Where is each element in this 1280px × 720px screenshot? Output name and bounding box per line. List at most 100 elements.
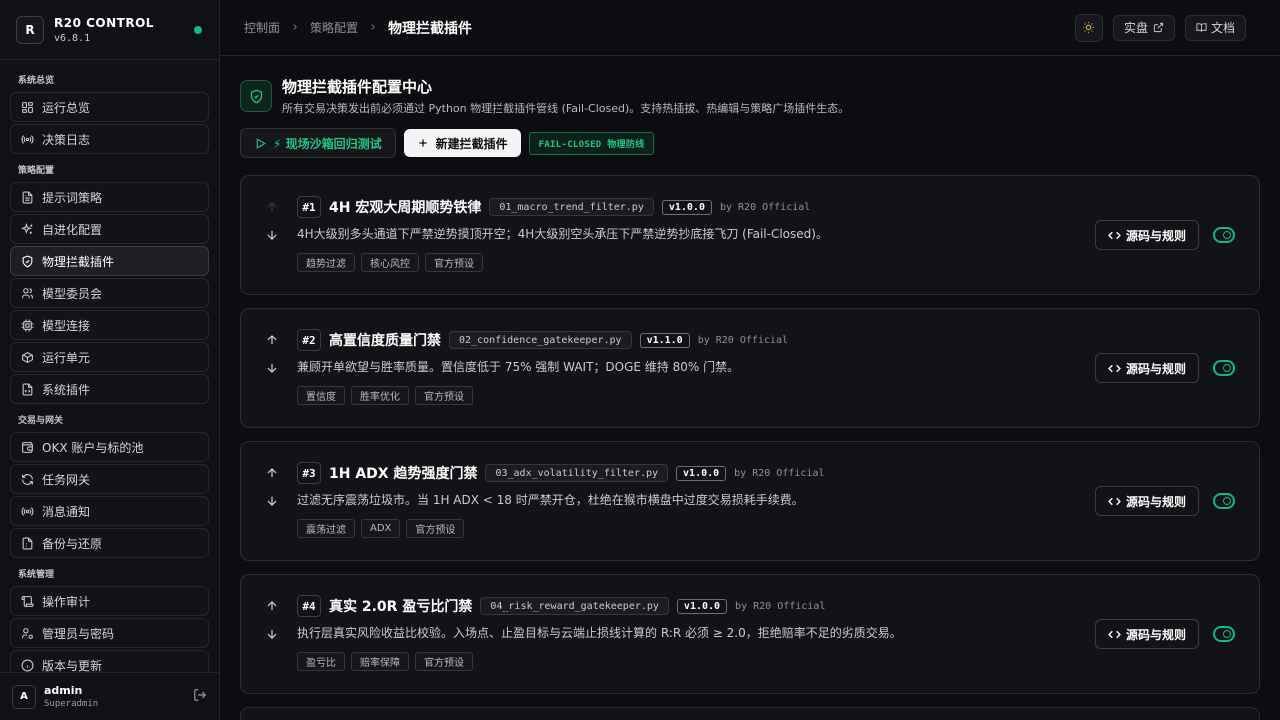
sidebar-item-system-plugins[interactable]: 系统插件 xyxy=(10,374,209,404)
sidebar-item-version[interactable]: 版本与更新 xyxy=(10,650,209,672)
breadcrumb: 控制面 策略配置 物理拦截插件 xyxy=(244,18,1075,38)
sidebar-item-model-connection[interactable]: 模型连接 xyxy=(10,310,209,340)
status-dot xyxy=(194,26,202,34)
plugin-name: 高置信度质量门禁 xyxy=(329,333,441,349)
file-archive-icon xyxy=(22,537,33,549)
sidebar-item-label: OKX 账户与标的池 xyxy=(42,440,144,455)
arrow-up-icon[interactable] xyxy=(265,599,279,613)
plugin-card: #4 真实 2.0R 盈亏比门禁 04_risk_reward_gatekeep… xyxy=(240,574,1260,694)
source-rules-button[interactable]: 源码与规则 xyxy=(1094,353,1199,383)
code-icon xyxy=(1108,364,1121,372)
plugin-body: #4 真实 2.0R 盈亏比门禁 04_risk_reward_gatekeep… xyxy=(297,595,1039,671)
sidebar-item-physical-plugins[interactable]: 物理拦截插件 xyxy=(10,246,209,276)
sidebar-item-self-evolve[interactable]: 自进化配置 xyxy=(10,214,209,244)
live-trading-button[interactable]: 实盘 xyxy=(1112,14,1175,41)
arrow-up-icon[interactable] xyxy=(265,466,279,480)
plugin-head: #4 真实 2.0R 盈亏比门禁 04_risk_reward_gatekeep… xyxy=(297,595,1039,617)
plugin-version: v1.0.0 xyxy=(676,598,728,614)
box-icon xyxy=(22,351,33,363)
sidebar-item-label: 版本与更新 xyxy=(42,658,103,673)
new-plugin-label: 新建拦截插件 xyxy=(435,136,508,151)
main-content: 物理拦截插件配置中心 所有交易决策发出前必须通过 Python 物理拦截插件管线… xyxy=(240,56,1260,720)
page-title: 物理拦截插件配置中心 xyxy=(282,78,433,96)
nav-section-title: 系统总览 xyxy=(18,76,55,86)
info-icon xyxy=(21,659,34,671)
plugin-actions: 源码与规则 xyxy=(1094,220,1235,250)
arrow-up-icon[interactable] xyxy=(265,200,279,214)
plugin-version: v1.0.0 xyxy=(661,199,712,215)
sandbox-test-button[interactable]: ⚡ 现场沙箱回归测试 xyxy=(240,128,396,158)
shield-icon xyxy=(240,80,272,112)
sidebar-item-notifications[interactable]: 消息通知 xyxy=(10,496,209,526)
sidebar-item-okx-account[interactable]: OKX 账户与标的池 xyxy=(10,432,209,462)
user-name: admin xyxy=(44,684,83,697)
docs-button[interactable]: 文档 xyxy=(1184,14,1246,41)
scroll-icon xyxy=(21,595,34,607)
user-gear-icon xyxy=(22,627,33,639)
plugin-list: #1 4H 宏观大周期顺势铁律 01_macro_trend_filter.py… xyxy=(240,175,1260,720)
plus-icon xyxy=(419,139,427,147)
brand-logo: R xyxy=(16,15,44,44)
plugin-head: #3 1H ADX 趋势强度门禁 03_adx_volatility_filte… xyxy=(297,462,1039,484)
arrow-down-icon[interactable] xyxy=(265,361,279,375)
plugin-file: 01_macro_trend_filter.py xyxy=(489,198,654,216)
plugin-enable-toggle[interactable] xyxy=(1213,360,1235,376)
sidebar-item-overview[interactable]: 运行总览 xyxy=(10,92,209,122)
plugin-enable-toggle[interactable] xyxy=(1213,626,1235,642)
users-icon xyxy=(22,287,33,298)
plugin-version: v1.1.0 xyxy=(639,332,690,348)
brand-title: R20 CONTROL xyxy=(54,15,154,30)
plugin-index: #3 xyxy=(297,462,321,484)
new-plugin-button[interactable]: 新建拦截插件 xyxy=(403,129,521,157)
sidebar-item-label: 管理员与密码 xyxy=(42,626,115,641)
sidebar-item-model-committee[interactable]: 模型委员会 xyxy=(10,278,209,308)
plugin-enable-toggle[interactable] xyxy=(1213,493,1235,509)
source-rules-label: 源码与规则 xyxy=(1125,228,1186,243)
cpu-icon xyxy=(21,319,34,331)
sidebar-item-admin-password[interactable]: 管理员与密码 xyxy=(10,618,209,648)
file-code-icon xyxy=(22,383,33,395)
plugin-body: #3 1H ADX 趋势强度门禁 03_adx_volatility_filte… xyxy=(297,462,1039,538)
sidebar-item-backup[interactable]: 备份与还原 xyxy=(10,528,209,558)
plugin-author: by R20 Official xyxy=(735,600,826,612)
source-rules-button[interactable]: 源码与规则 xyxy=(1094,220,1199,250)
plugin-enable-toggle[interactable] xyxy=(1213,227,1235,243)
sun-icon xyxy=(1083,22,1095,33)
breadcrumb-item[interactable]: 策略配置 xyxy=(310,19,358,36)
sidebar-item-label: 消息通知 xyxy=(42,504,91,519)
sparkles-icon xyxy=(21,222,33,234)
sidebar-item-audit[interactable]: 操作审计 xyxy=(10,586,209,616)
dashboard-icon xyxy=(22,101,33,113)
theme-toggle-button[interactable] xyxy=(1074,13,1103,42)
arrow-up-icon[interactable] xyxy=(265,333,279,347)
sidebar-item-run-units[interactable]: 运行单元 xyxy=(10,342,209,372)
source-rules-button[interactable]: 源码与规则 xyxy=(1094,619,1199,649)
sidebar-item-label: 自进化配置 xyxy=(42,222,103,237)
sidebar-item-task-gateway[interactable]: 任务网关 xyxy=(10,464,209,494)
sidebar-item-label: 运行总览 xyxy=(42,100,91,115)
user-role: Superadmin xyxy=(44,699,99,709)
arrow-down-icon[interactable] xyxy=(265,494,279,508)
plugin-description: 4H大级别多头通道下严禁逆势摸顶开空；4H大级别空头承压下严禁逆势抄底接飞刀 (… xyxy=(297,227,828,241)
plugin-index: #2 xyxy=(297,329,321,351)
sidebar-item-label: 系统插件 xyxy=(42,382,91,397)
page-subtitle: 所有交易决策发出前必须通过 Python 物理拦截插件管线 (Fail-Clos… xyxy=(282,102,850,115)
plugin-name: 1H ADX 趋势强度门禁 xyxy=(329,466,478,482)
sidebar-item-label: 备份与还原 xyxy=(42,536,103,551)
plugin-card xyxy=(240,707,1260,720)
sidebar-item-decision-log[interactable]: 决策日志 xyxy=(10,124,209,154)
user-info: admin Superadmin xyxy=(44,684,193,709)
refresh-icon xyxy=(22,473,33,485)
live-trading-label: 实盘 xyxy=(1123,21,1148,35)
arrow-down-icon[interactable] xyxy=(265,627,279,641)
external-link-icon xyxy=(1153,22,1164,33)
sidebar-item-label: 物理拦截插件 xyxy=(42,254,115,269)
plugin-tag: 震荡过滤 xyxy=(297,519,355,538)
chevron-right-icon xyxy=(368,21,378,35)
breadcrumb-item[interactable]: 控制面 xyxy=(244,19,280,36)
sidebar-item-prompt-strategy[interactable]: 提示词策略 xyxy=(10,182,209,212)
source-rules-button[interactable]: 源码与规则 xyxy=(1094,486,1199,516)
arrow-down-icon[interactable] xyxy=(265,228,279,242)
logout-icon[interactable] xyxy=(193,688,207,705)
reorder-controls xyxy=(265,466,279,508)
